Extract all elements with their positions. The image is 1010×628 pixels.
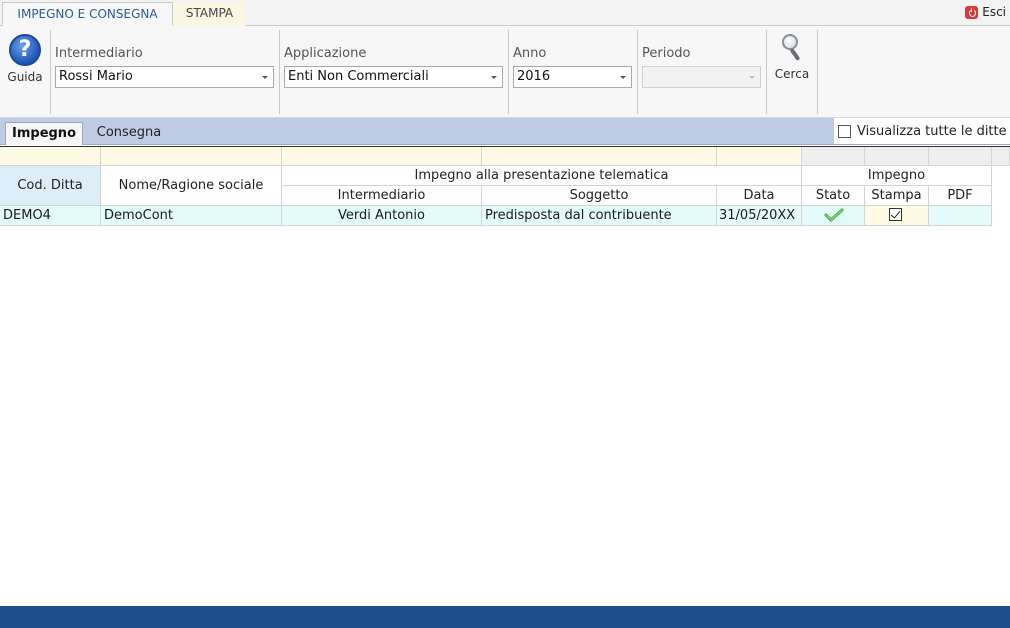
status-bar [0, 606, 1010, 628]
filter-stampa [865, 147, 929, 166]
cerca-label: Cerca [774, 67, 810, 81]
search-icon [780, 33, 804, 63]
periodo-label: Periodo [642, 46, 691, 61]
anno-select[interactable]: 2016 [513, 66, 632, 88]
header-stato[interactable]: Stato [802, 186, 865, 206]
filter-data[interactable] [717, 147, 802, 166]
intermediario-value: Rossi Mario [59, 69, 133, 84]
exit-button[interactable]: Esci [965, 5, 1006, 19]
header-group-impegno: Impegno [802, 166, 992, 186]
cerca-button[interactable]: Cerca [768, 33, 816, 81]
applicazione-value: Enti Non Commerciali [288, 69, 429, 84]
toolbar-divider [508, 30, 509, 114]
check-icon [824, 208, 844, 222]
periodo-select [642, 66, 761, 88]
show-all-ditte-toggle[interactable]: Visualizza tutte le ditte [834, 118, 1010, 144]
filter-pdf [929, 147, 992, 166]
filter-stato [802, 147, 865, 166]
cell-pdf[interactable] [929, 206, 992, 226]
ribbon-bar: IMPEGNO E CONSEGNA STAMPA Esci [0, 0, 1010, 26]
anno-value: 2016 [517, 69, 551, 84]
tab-impegno[interactable]: Impegno [5, 122, 83, 145]
toolbar-divider [637, 30, 638, 114]
chevron-down-icon [749, 76, 755, 79]
show-all-label: Visualizza tutte le ditte [857, 123, 1007, 139]
subtab-strip: Impegno Consegna Visualizza tutte le dit… [0, 118, 1010, 145]
exit-label: Esci [982, 5, 1006, 19]
filter-spacer [992, 147, 1010, 166]
toolbar-divider [50, 30, 51, 114]
header-soggetto[interactable]: Soggetto [482, 186, 717, 206]
cell-cod-ditta[interactable]: DEMO4 [0, 206, 101, 226]
filter-cod-ditta[interactable] [0, 147, 101, 166]
cell-data[interactable]: 31/05/20XX [717, 206, 802, 226]
applicazione-select[interactable]: Enti Non Commerciali [284, 66, 503, 88]
header-stampa[interactable]: Stampa [865, 186, 929, 206]
chevron-down-icon [491, 76, 497, 79]
filter-soggetto[interactable] [482, 147, 717, 166]
stampa-checkbox[interactable] [889, 208, 902, 221]
tab-consegna[interactable]: Consegna [88, 122, 170, 145]
header-group-telematica: Impegno alla presentazione telematica [282, 166, 802, 186]
header-pdf[interactable]: PDF [929, 186, 992, 206]
toolbar-divider [817, 30, 818, 114]
header-intermediario[interactable]: Intermediario [282, 186, 482, 206]
toolbar-divider [279, 30, 280, 114]
show-all-checkbox[interactable] [838, 124, 851, 138]
header-cod-ditta[interactable]: Cod. Ditta [0, 166, 101, 206]
toolbar: ? Guida Intermediario Rossi Mario Applic… [0, 26, 1010, 118]
header-nome[interactable]: Nome/Ragione sociale [101, 166, 282, 206]
filter-intermediario[interactable] [282, 147, 482, 166]
cell-soggetto[interactable]: Predisposta dal contribuente [482, 206, 717, 226]
chevron-down-icon [262, 76, 268, 79]
cell-nome[interactable]: DemoCont [101, 206, 282, 226]
data-grid: Cod. Ditta Nome/Ragione sociale Impegno … [0, 146, 1010, 606]
chevron-down-icon [620, 76, 626, 79]
tab-stampa[interactable]: STAMPA [173, 2, 246, 26]
applicazione-label: Applicazione [284, 46, 367, 61]
filter-nome[interactable] [101, 147, 282, 166]
intermediario-select[interactable]: Rossi Mario [55, 66, 274, 88]
tab-impegno-e-consegna[interactable]: IMPEGNO E CONSEGNA [2, 2, 173, 26]
cell-stampa[interactable] [865, 206, 929, 226]
help-icon: ? [9, 34, 41, 66]
toolbar-divider [766, 30, 767, 114]
guida-label: Guida [7, 70, 43, 84]
header-data[interactable]: Data [717, 186, 802, 206]
cell-intermediario[interactable]: Verdi Antonio [282, 206, 482, 226]
intermediario-label: Intermediario [55, 46, 143, 61]
guida-button[interactable]: ? Guida [4, 34, 46, 84]
anno-label: Anno [513, 46, 547, 61]
power-icon [965, 5, 979, 19]
cell-stato[interactable] [802, 206, 865, 226]
